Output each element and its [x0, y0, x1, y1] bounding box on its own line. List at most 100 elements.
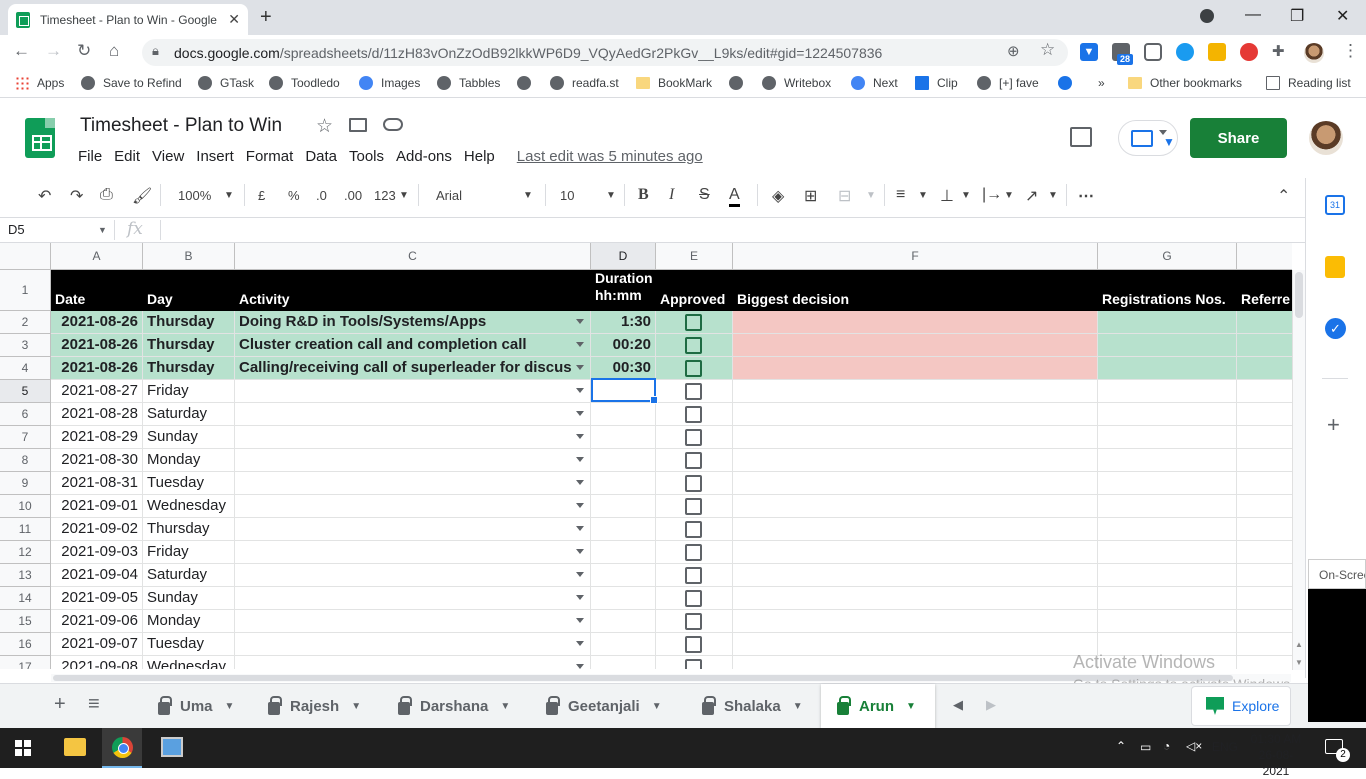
- move-folder-icon[interactable]: [349, 118, 367, 132]
- cell-duration[interactable]: 00:20: [591, 334, 656, 357]
- scroll-tabs-right-icon[interactable]: ▶: [986, 697, 996, 713]
- cell-approved[interactable]: [656, 334, 733, 357]
- cell-date[interactable]: 2021-08-26: [51, 311, 143, 334]
- cloud-status-icon[interactable]: [383, 118, 403, 131]
- dropdown-arrow-icon[interactable]: [576, 572, 584, 577]
- cell-registrations[interactable]: [1098, 564, 1237, 587]
- extensions-puzzle-icon[interactable]: ✚: [1272, 42, 1285, 60]
- cell-date[interactable]: 2021-09-07: [51, 633, 143, 656]
- header-date[interactable]: Date: [51, 270, 143, 311]
- cell-date[interactable]: 2021-08-28: [51, 403, 143, 426]
- cell-date[interactable]: 2021-08-26: [51, 357, 143, 380]
- close-window-icon[interactable]: ✕: [1336, 6, 1349, 26]
- decrease-decimal-button[interactable]: .0: [316, 188, 327, 203]
- cell-biggest-decision[interactable]: [733, 656, 1098, 669]
- cell-activity[interactable]: [235, 587, 591, 610]
- print-icon[interactable]: ⎙: [100, 186, 113, 204]
- column-header-h[interactable]: [1237, 243, 1292, 270]
- chevron-down-icon[interactable]: ▼: [523, 190, 533, 201]
- windows-start-icon[interactable]: [15, 740, 31, 756]
- cell-duration[interactable]: [591, 426, 656, 449]
- cell-registrations[interactable]: [1098, 380, 1237, 403]
- bookmark-item[interactable]: [517, 76, 539, 90]
- cell-date[interactable]: 2021-09-05: [51, 587, 143, 610]
- row-header[interactable]: 12: [0, 541, 51, 564]
- cell-biggest-decision[interactable]: [733, 449, 1098, 472]
- collapse-menus-icon[interactable]: ⌃: [1277, 186, 1290, 206]
- row-header[interactable]: 16: [0, 633, 51, 656]
- dropdown-arrow-icon[interactable]: [576, 549, 584, 554]
- cell-registrations[interactable]: [1098, 426, 1237, 449]
- all-sheets-icon[interactable]: ≡: [88, 693, 100, 716]
- sheet-tab-darshana[interactable]: Darshana ▼: [380, 684, 528, 728]
- more-formats-button[interactable]: 123: [374, 188, 396, 203]
- cell-biggest-decision[interactable]: [733, 495, 1098, 518]
- dropdown-arrow-icon[interactable]: [576, 664, 584, 669]
- scroll-up-icon[interactable]: ▲: [1295, 640, 1303, 649]
- currency-format-button[interactable]: £: [258, 188, 265, 203]
- dropdown-arrow-icon[interactable]: [576, 388, 584, 393]
- cell-day[interactable]: Saturday: [143, 564, 235, 587]
- cell-referrals[interactable]: [1237, 587, 1292, 610]
- other-bookmarks[interactable]: Other bookmarks: [1128, 76, 1242, 90]
- tasks-icon[interactable]: ✓: [1325, 318, 1346, 339]
- approved-checkbox[interactable]: [685, 337, 702, 354]
- cell-approved[interactable]: [656, 472, 733, 495]
- extension-icon[interactable]: [1176, 43, 1194, 61]
- cell-registrations[interactable]: [1098, 311, 1237, 334]
- cell-biggest-decision[interactable]: [733, 403, 1098, 426]
- bookmark-folder[interactable]: BookMark: [636, 76, 712, 90]
- approved-checkbox[interactable]: [685, 590, 702, 607]
- menu-help[interactable]: Help: [464, 148, 495, 165]
- corner-select-all[interactable]: [0, 243, 51, 270]
- undo-icon[interactable]: ↶: [38, 186, 51, 206]
- sheet-tab-shalaka[interactable]: Shalaka ▼: [686, 684, 820, 728]
- chevron-down-icon[interactable]: ▼: [961, 190, 971, 201]
- scroll-down-icon[interactable]: ▼: [1295, 658, 1303, 667]
- cell-approved[interactable]: [656, 449, 733, 472]
- cell-duration[interactable]: [591, 403, 656, 426]
- cell-registrations[interactable]: [1098, 449, 1237, 472]
- cell-day[interactable]: Thursday: [143, 357, 235, 380]
- keep-icon[interactable]: [1325, 256, 1345, 278]
- text-color-icon[interactable]: A: [729, 186, 740, 207]
- vertical-align-icon[interactable]: ⊥: [940, 186, 954, 206]
- column-header-d[interactable]: D: [591, 243, 656, 270]
- cell-duration[interactable]: [591, 495, 656, 518]
- cell-registrations[interactable]: [1098, 587, 1237, 610]
- cell-date[interactable]: 2021-08-31: [51, 472, 143, 495]
- approved-checkbox[interactable]: [685, 314, 702, 331]
- bookmark-item[interactable]: Tabbles: [437, 76, 500, 90]
- merge-cells-icon[interactable]: ⊟: [838, 186, 851, 206]
- cell-day[interactable]: Wednesday: [143, 656, 235, 669]
- bookmark-item[interactable]: [729, 76, 751, 90]
- cell-referrals[interactable]: [1237, 380, 1292, 403]
- add-sheet-icon[interactable]: +: [54, 693, 66, 716]
- cell-day[interactable]: Saturday: [143, 403, 235, 426]
- cell-day[interactable]: Monday: [143, 449, 235, 472]
- menu-data[interactable]: Data: [305, 148, 337, 165]
- cell-biggest-decision[interactable]: [733, 311, 1098, 334]
- cell-biggest-decision[interactable]: [733, 541, 1098, 564]
- cell-biggest-decision[interactable]: [733, 472, 1098, 495]
- cell-approved[interactable]: [656, 656, 733, 669]
- more-options-icon[interactable]: ⋯: [1078, 186, 1094, 206]
- cell-approved[interactable]: [656, 541, 733, 564]
- cell-day[interactable]: Monday: [143, 610, 235, 633]
- approved-checkbox[interactable]: [685, 452, 702, 469]
- approved-checkbox[interactable]: [685, 383, 702, 400]
- cell-registrations[interactable]: [1098, 610, 1237, 633]
- cell-date[interactable]: 2021-09-02: [51, 518, 143, 541]
- menu-view[interactable]: View: [152, 148, 184, 165]
- cell-referrals[interactable]: [1237, 518, 1292, 541]
- bookmark-item[interactable]: [+] fave: [977, 76, 1039, 90]
- row-header[interactable]: 15: [0, 610, 51, 633]
- bold-icon[interactable]: B: [638, 186, 649, 204]
- cell-activity[interactable]: [235, 633, 591, 656]
- row-header[interactable]: 5: [0, 380, 51, 403]
- comments-icon[interactable]: [1070, 127, 1092, 147]
- dropdown-arrow-icon[interactable]: [576, 618, 584, 623]
- pocket-icon[interactable]: [1144, 43, 1162, 61]
- cell-activity[interactable]: [235, 472, 591, 495]
- address-bar[interactable]: docs.google.com/spreadsheets/d/11zH83vOn…: [142, 39, 1068, 66]
